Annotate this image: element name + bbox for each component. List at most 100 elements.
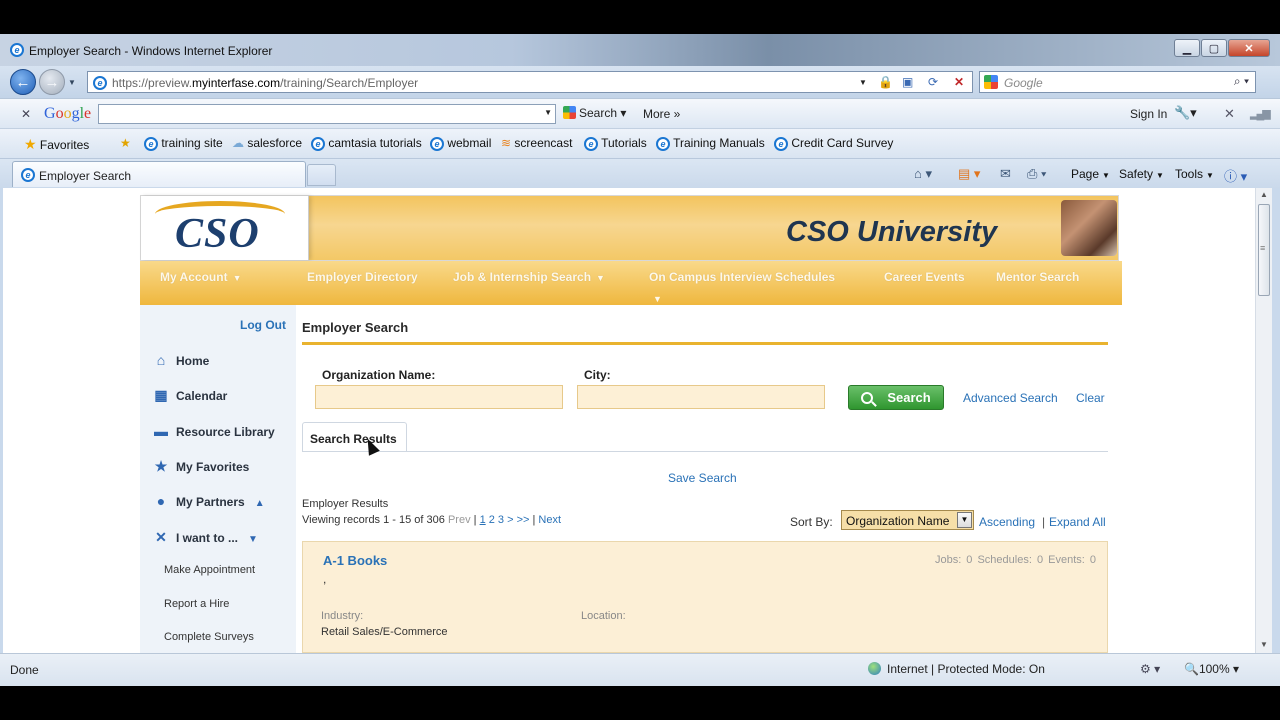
feeds-icon[interactable]: ▤ ▾ [958, 166, 980, 182]
title-divider [302, 342, 1108, 345]
chevron-down-icon[interactable]: ▼ [544, 108, 552, 117]
sidebar-make-appointment[interactable]: Make Appointment [164, 564, 255, 576]
fav-salesforce[interactable]: ☁ salesforce [232, 136, 302, 150]
address-url[interactable]: https://preview.myinterfase.com/training… [112, 76, 418, 90]
security-zone[interactable]: Internet | Protected Mode: On [868, 662, 1045, 676]
minimize-button[interactable]: ▁ [1174, 39, 1200, 57]
org-name-input[interactable] [315, 385, 563, 409]
refresh-icon[interactable]: ⟳ [928, 75, 938, 89]
folder-icon: ▬ [154, 423, 168, 439]
scroll-up-icon[interactable]: ▲ [1260, 190, 1268, 199]
title-bar: e Employer Search - Windows Internet Exp… [0, 34, 1280, 66]
maximize-button[interactable]: ▢ [1201, 39, 1227, 57]
separator: | [1042, 515, 1046, 529]
print-icon[interactable]: ⎙ ▾ [1027, 166, 1046, 182]
stop-icon[interactable]: ✕ [954, 75, 964, 89]
sort-select[interactable]: Organization Name ▼ [841, 510, 974, 530]
scroll-down-icon[interactable]: ▼ [1260, 640, 1268, 649]
tab-employer-search[interactable]: e Employer Search [12, 161, 306, 187]
page-menu[interactable]: Page ▼ [1071, 167, 1110, 181]
search-button[interactable]: Search [848, 385, 944, 410]
expand-all-link[interactable]: Expand All [1049, 515, 1106, 529]
scroll-thumb[interactable] [1258, 204, 1270, 296]
history-dropdown-icon[interactable]: ▼ [68, 78, 76, 87]
page-ie-icon: e [93, 76, 107, 90]
next-link[interactable]: Next [538, 514, 561, 526]
page-links[interactable]: 2 3 > >> [489, 514, 530, 526]
vertical-scrollbar[interactable]: ▲ ▼ [1255, 188, 1272, 653]
nav-interview-schedules[interactable]: On Campus Interview Schedules [649, 270, 835, 284]
save-search-link[interactable]: Save Search [668, 471, 737, 485]
star-icon: ★ [24, 136, 37, 152]
fav-webmail[interactable]: e webmail [430, 136, 491, 151]
tab-search-results[interactable]: Search Results [302, 422, 407, 452]
page-1-link[interactable]: 1 [480, 514, 486, 526]
fav-camtasia[interactable]: e camtasia tutorials [311, 136, 422, 151]
back-button[interactable]: ← [10, 69, 36, 95]
address-dropdown-icon[interactable]: ▼ [859, 78, 867, 87]
window-title: Employer Search - Windows Internet Explo… [29, 44, 273, 58]
fav-training-site[interactable]: e training site [144, 136, 223, 151]
clear-link[interactable]: Clear [1076, 391, 1105, 405]
address-row: ← → ▼ e https://preview.myinterfase.com/… [0, 66, 1280, 98]
fav-screencast[interactable]: ≋ screencast [501, 136, 572, 150]
fav-training-manuals[interactable]: e Training Manuals [656, 136, 765, 151]
city-input[interactable] [577, 385, 825, 409]
logout-link[interactable]: Log Out [240, 318, 286, 332]
sidebar-item-partners[interactable]: ● My Partners ▲ [152, 493, 265, 509]
google-search-button[interactable]: Search ▾ [563, 106, 626, 120]
chevron-down-icon: ▼ [248, 534, 258, 545]
mail-icon[interactable]: ✉ [1000, 166, 1011, 182]
forward-button[interactable]: → [39, 69, 65, 95]
fav-credit-card-survey[interactable]: e Credit Card Survey [774, 136, 893, 151]
more-button[interactable]: More » [643, 107, 680, 121]
cso-logo[interactable]: CSO [141, 196, 309, 260]
google-search-input[interactable]: ▼ [98, 104, 556, 124]
chevron-down-icon[interactable]: ▼ [653, 294, 662, 304]
ie-icon: e [656, 137, 670, 151]
sidebar-item-calendar[interactable]: ▦ Calendar [152, 387, 227, 404]
sidebar-item-i-want-to[interactable]: ✕ I want to ... ▼ [152, 529, 258, 546]
sidebar-report-hire[interactable]: Report a Hire [164, 598, 229, 610]
sidebar-item-home[interactable]: ⌂ Home [152, 352, 210, 368]
home-icon[interactable]: ⌂ ▾ [914, 166, 932, 182]
fav-tutorials[interactable]: e Tutorials [584, 136, 647, 151]
search-placeholder: Google [1004, 76, 1043, 90]
tools-menu[interactable]: Tools ▼ [1175, 167, 1214, 181]
org-name-link[interactable]: A-1 Books [323, 553, 387, 568]
compat-view-icon[interactable]: ▣ [902, 75, 913, 89]
address-bar[interactable]: e https://preview.myinterfase.com/traini… [87, 71, 973, 93]
main-nav: My Account ▼ Employer Directory Job & Int… [140, 261, 1122, 305]
new-tab-button[interactable] [307, 164, 336, 186]
close-button[interactable]: ✕ [1228, 39, 1270, 57]
search-magnifier-icon[interactable]: ⌕ ▾ [1234, 74, 1249, 89]
safety-menu[interactable]: Safety ▼ [1119, 167, 1164, 181]
nav-career-events[interactable]: Career Events [884, 270, 965, 284]
nav-mentor-search[interactable]: Mentor Search [996, 270, 1079, 284]
cso-page: CSO CSO University My Account ▼ Employer … [140, 188, 1122, 653]
nav-employer-directory[interactable]: Employer Directory [307, 270, 418, 284]
wrench-icon[interactable]: 🔧▾ [1174, 105, 1197, 121]
sidebar-complete-surveys[interactable]: Complete Surveys [164, 631, 254, 643]
sign-in-link[interactable]: Sign In [1130, 107, 1167, 121]
add-favorite-icon[interactable]: ★ [120, 136, 131, 150]
zoom-control[interactable]: 🔍100% ▾ [1184, 662, 1239, 676]
nav-job-search[interactable]: Job & Internship Search ▼ [453, 270, 605, 284]
sidebar-item-favorites[interactable]: ★ My Favorites [152, 458, 250, 475]
sidebar-item-resource-library[interactable]: ▬ Resource Library [152, 423, 275, 439]
help-icon[interactable]: ⓘ ▾ [1224, 166, 1247, 185]
advanced-search-link[interactable]: Advanced Search [963, 391, 1058, 405]
ascending-link[interactable]: Ascending [979, 515, 1035, 529]
browser-search-box[interactable]: Google ⌕ ▾ [979, 71, 1256, 93]
location-label: Location: [581, 610, 626, 622]
students-photo [1061, 200, 1117, 256]
favorites-button[interactable]: ★ Favorites [24, 136, 89, 153]
lock-icon[interactable]: 🔒 [878, 75, 893, 89]
chevron-down-icon[interactable]: ▼ [957, 512, 972, 528]
protection-icon[interactable]: ⚙ ▾ [1140, 662, 1160, 676]
chevron-down-icon: ▼ [232, 273, 242, 283]
nav-my-account[interactable]: My Account ▼ [160, 270, 241, 284]
close-icon[interactable]: ✕ [1224, 106, 1235, 122]
toolbar-close-icon[interactable]: ✕ [21, 107, 31, 121]
search-icon [861, 391, 874, 404]
